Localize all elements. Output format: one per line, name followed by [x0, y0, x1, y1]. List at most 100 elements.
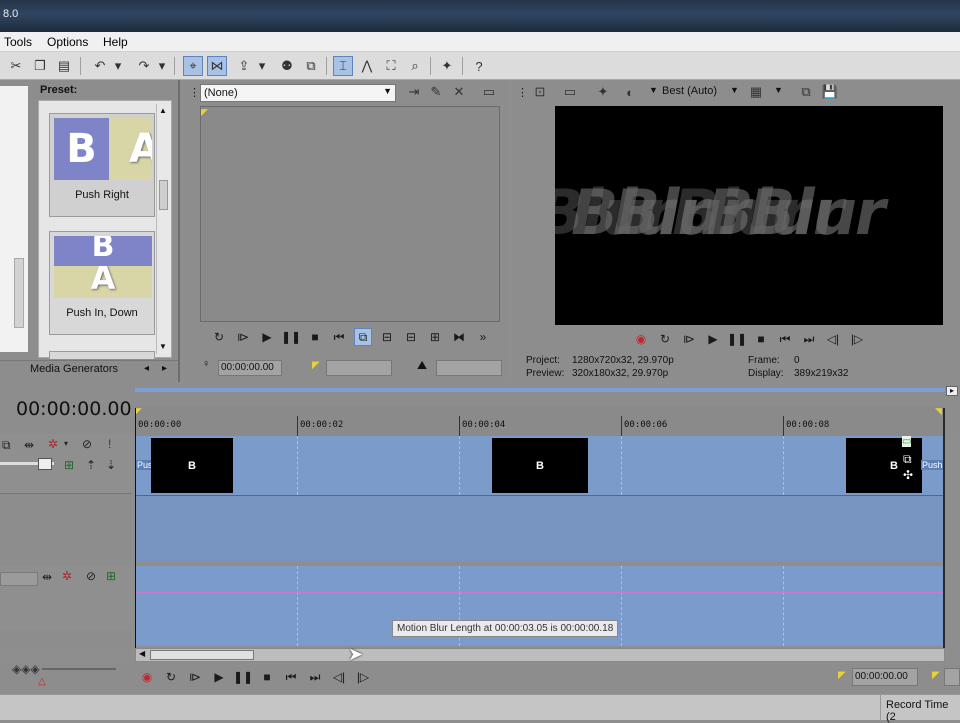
event-fx-icon[interactable]: ⧉: [903, 452, 912, 467]
trimmer-clean-icon[interactable]: ✎: [426, 82, 446, 102]
length-field[interactable]: [944, 668, 960, 686]
category-scrollbar[interactable]: [14, 258, 24, 328]
copy-snapshot-icon[interactable]: ⧉: [796, 82, 816, 102]
marker-bar[interactable]: ◤ ◥: [135, 406, 945, 416]
preview-fx-icon[interactable]: ✦: [593, 82, 613, 102]
trimmer-selection-icon[interactable]: ⧉: [354, 328, 372, 346]
preset-push-right[interactable]: B A Push Right: [49, 113, 155, 217]
rate-slider-icon[interactable]: ◈◈◈: [12, 662, 40, 676]
tab-scroll-right-icon[interactable]: ▸: [162, 363, 167, 374]
timeline-overview-bar[interactable]: [135, 388, 945, 392]
panel-grip-icon[interactable]: ⋮: [517, 86, 528, 99]
next-frame-icon[interactable]: |▷: [848, 330, 866, 348]
playhead[interactable]: [135, 408, 136, 648]
stop-icon[interactable]: ■: [258, 668, 276, 686]
video-track-header[interactable]: ⧉ ⇹ ✲ ▾ ⊘ ! ⊞ ⇡ ⇣: [0, 434, 132, 494]
track-down-icon[interactable]: ⇣: [106, 458, 116, 472]
overlays-icon[interactable]: ▦: [746, 82, 766, 102]
track-fx-icon[interactable]: ✲: [48, 437, 58, 451]
scroll-down-icon[interactable]: ▼: [159, 342, 167, 351]
video-clip[interactable]: B: [492, 438, 588, 493]
go-to-start-icon[interactable]: ⏮: [776, 330, 794, 348]
scroll-thumb[interactable]: [159, 180, 168, 210]
chevron-down-icon[interactable]: ▼: [730, 85, 739, 95]
tab-media-generators[interactable]: Media Generators: [30, 363, 118, 375]
go-to-start-icon[interactable]: ⏮: [330, 328, 348, 346]
undo-icon[interactable]: ↶: [90, 56, 110, 76]
transition-tag[interactable]: Push: [921, 460, 944, 470]
prev-frame-icon[interactable]: ◁|: [330, 668, 348, 686]
split-screen-icon[interactable]: ◐: [620, 82, 640, 102]
chevron-down-icon[interactable]: ▾: [64, 439, 68, 448]
mute-icon[interactable]: ⊘: [82, 437, 92, 451]
cut-icon[interactable]: ✂: [6, 56, 26, 76]
ripple-dropdown-icon[interactable]: ▾: [256, 56, 268, 76]
envelope-edit-tool-icon[interactable]: ⋀: [357, 56, 377, 76]
help-pointer-icon[interactable]: ?: [469, 56, 489, 76]
more-icon[interactable]: »: [474, 328, 492, 346]
zoom-edit-tool-icon[interactable]: ⌕: [405, 56, 425, 76]
mute-icon[interactable]: ⊘: [86, 569, 96, 583]
composite-mode-icon[interactable]: ⇹: [42, 570, 52, 584]
trimmer-length-field[interactable]: [436, 360, 502, 376]
timeline-ruler[interactable]: 00:00:00 00:00:02 00:00:04 00:00:06 00:0…: [135, 416, 945, 436]
loop-icon[interactable]: ↻: [656, 330, 674, 348]
trim-split-icon[interactable]: ⧓: [450, 328, 468, 346]
menu-help[interactable]: Help: [103, 35, 128, 49]
ignore-grouping-icon[interactable]: ⧉: [301, 56, 321, 76]
scroll-left-icon[interactable]: ◀: [139, 649, 145, 658]
rate-triangle-icon[interactable]: △: [38, 676, 46, 687]
pause-icon[interactable]: ❚❚: [233, 668, 253, 686]
lock-envelopes-icon[interactable]: ⚉: [277, 56, 297, 76]
paste-icon[interactable]: ▤: [54, 56, 74, 76]
timeline-hscrollbar[interactable]: ◀: [135, 648, 945, 662]
track-up-icon[interactable]: ⇡: [86, 458, 96, 472]
next-frame-icon[interactable]: |▷: [354, 668, 372, 686]
trimmer-history-icon[interactable]: ⇥: [404, 82, 424, 102]
undo-dropdown-icon[interactable]: ▾: [112, 56, 124, 76]
second-track-header[interactable]: ⇹ ✲ ⊘ ⊞: [0, 566, 132, 630]
timeline-options-icon[interactable]: ▸: [946, 386, 958, 396]
trimmer-display[interactable]: ◤: [200, 106, 500, 322]
video-track-1[interactable]: Push B B B ▭ ⧉ ✣ Push: [135, 436, 945, 496]
track-motion-icon[interactable]: ⧉: [2, 438, 11, 453]
play-icon[interactable]: ▶: [210, 668, 228, 686]
chevron-down-icon[interactable]: ▼: [649, 85, 658, 95]
event-pan-crop-icon[interactable]: ▭: [902, 436, 912, 447]
expand-track-icon[interactable]: ⊞: [106, 569, 116, 583]
level-slider-thumb[interactable]: [38, 458, 52, 470]
event-settings-icon[interactable]: ✣: [903, 468, 913, 482]
play-icon[interactable]: ▶: [704, 330, 722, 348]
loop-icon[interactable]: ↻: [162, 668, 180, 686]
trimmer-in-field[interactable]: [326, 360, 392, 376]
preview-properties-icon[interactable]: ⊡: [530, 82, 550, 102]
record-icon[interactable]: ◉: [632, 330, 650, 348]
trimmer-media-select[interactable]: (None) ▼: [200, 84, 396, 102]
go-to-start-icon[interactable]: ⏮: [282, 668, 300, 686]
redo-icon[interactable]: ↷: [134, 56, 154, 76]
selection-edit-tool-icon[interactable]: ⛶: [381, 56, 401, 76]
prev-frame-icon[interactable]: ◁|: [824, 330, 842, 348]
trimmer-clear-icon[interactable]: ✕: [449, 82, 469, 102]
trim-in-icon[interactable]: ⊟: [378, 328, 396, 346]
preview-quality-select[interactable]: Best (Auto): [662, 85, 717, 97]
end-timecode-field[interactable]: 00:00:00.00: [852, 668, 918, 686]
save-snapshot-icon[interactable]: 💾: [820, 82, 840, 102]
chevron-down-icon[interactable]: ▼: [774, 85, 783, 95]
normal-edit-tool-icon[interactable]: ⌶: [333, 56, 353, 76]
tab-scroll-left-icon[interactable]: ◂: [144, 363, 149, 374]
trim-out-icon[interactable]: ⊟: [402, 328, 420, 346]
pause-icon[interactable]: ❚❚: [281, 328, 301, 346]
pause-icon[interactable]: ❚❚: [727, 330, 747, 348]
stop-icon[interactable]: ■: [306, 328, 324, 346]
play-icon[interactable]: ▶: [258, 328, 276, 346]
rate-slider[interactable]: [42, 668, 116, 670]
envelope-line[interactable]: [135, 592, 945, 593]
redo-dropdown-icon[interactable]: ▾: [156, 56, 168, 76]
video-track-1-lower[interactable]: [135, 496, 945, 562]
preset-scrollbar[interactable]: ▲ ▼: [156, 104, 170, 354]
media-fx-icon[interactable]: ✦: [437, 56, 457, 76]
external-monitor-icon[interactable]: ▭: [560, 82, 580, 102]
chevron-down-icon[interactable]: ▼: [383, 86, 392, 96]
loop-icon[interactable]: ↻: [210, 328, 228, 346]
